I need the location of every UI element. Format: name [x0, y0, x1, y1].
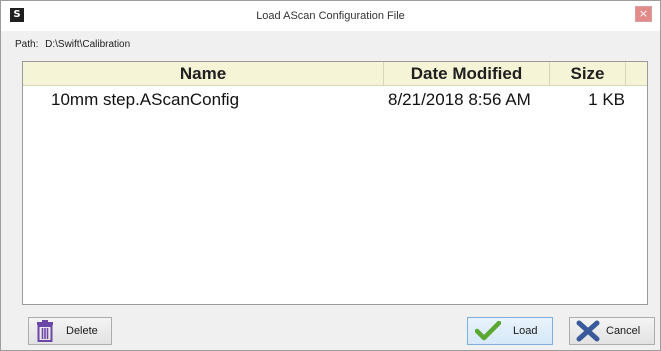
load-button[interactable]: Load — [467, 317, 553, 345]
delete-button-label: Delete — [66, 325, 98, 337]
file-date-modified: 8/21/2018 8:56 AM — [388, 90, 531, 109]
file-size: 1 KB — [588, 90, 625, 109]
dialog-title: Load AScan Configuration File — [256, 10, 405, 22]
list-header: Name Date Modified Size — [23, 62, 647, 86]
close-button[interactable]: × — [635, 6, 652, 22]
cancel-button[interactable]: Cancel — [569, 317, 655, 345]
x-icon — [576, 320, 600, 342]
file-name: 10mm step.AScanConfig — [51, 90, 240, 109]
dialog-window: S Load AScan Configuration File × Path: … — [0, 0, 661, 351]
load-button-label: Load — [513, 325, 538, 337]
path-row: Path: D:\Swift\Calibration — [15, 39, 130, 50]
trash-icon — [37, 320, 53, 342]
path-label: Path: — [15, 39, 39, 50]
column-header-size[interactable]: Size — [550, 62, 625, 86]
checkmark-icon — [475, 321, 501, 341]
cancel-button-label: Cancel — [606, 325, 641, 337]
title-bar: S Load AScan Configuration File × — [1, 1, 660, 31]
column-header-date-modified[interactable]: Date Modified — [384, 62, 549, 86]
file-list[interactable]: Name Date Modified Size 10mm step.AScanC… — [22, 61, 648, 305]
column-divider[interactable] — [625, 62, 626, 86]
file-row[interactable]: 10mm step.AScanConfig 8/21/2018 8:56 AM … — [23, 87, 647, 113]
delete-button[interactable]: Delete — [28, 317, 112, 345]
path-value: D:\Swift\Calibration — [45, 39, 131, 50]
column-header-name[interactable]: Name — [23, 62, 383, 86]
